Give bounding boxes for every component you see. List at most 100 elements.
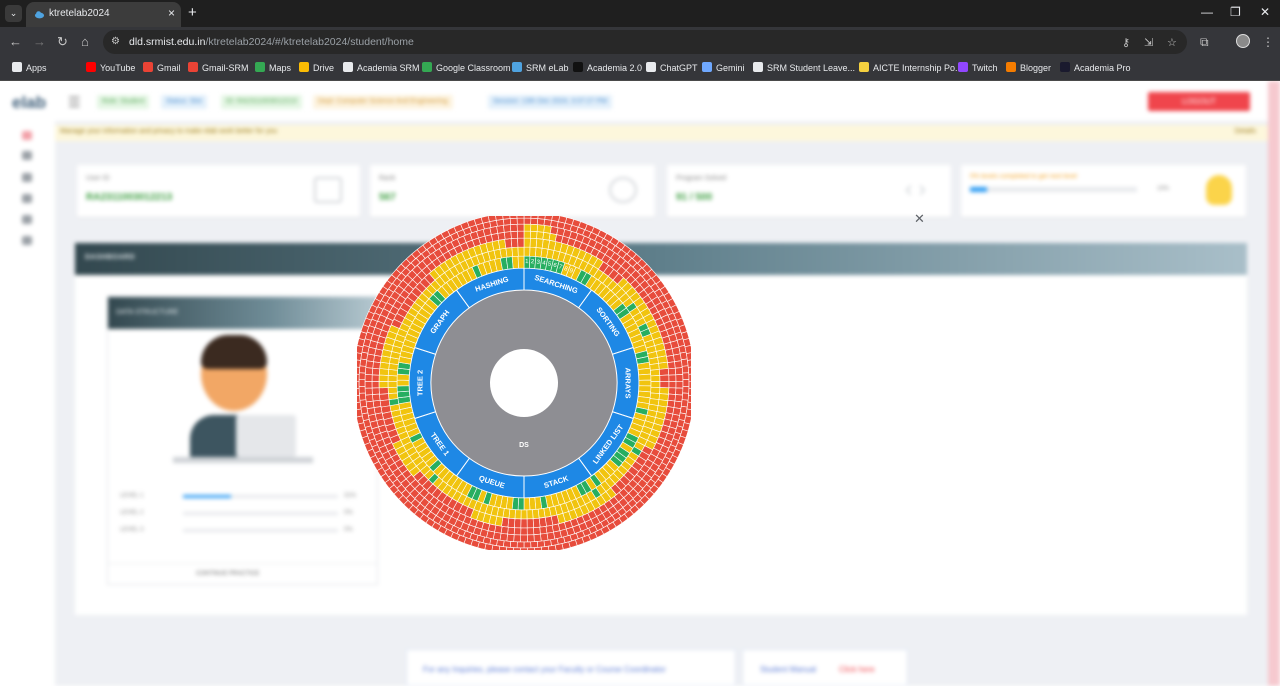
question-cell — [681, 392, 689, 401]
back-icon[interactable]: ← — [9, 34, 22, 50]
question-cell — [517, 237, 525, 248]
bookmark-academia-pro[interactable]: Academia Pro — [1060, 62, 1131, 73]
question-cell — [513, 518, 522, 529]
question-cell — [520, 534, 528, 543]
sidebar-report-icon[interactable] — [22, 194, 32, 203]
address-bar[interactable]: ⚙ dld.srmist.edu.in/ktretelab2024/#/ktre… — [103, 30, 1187, 54]
bookmark-chatgpt[interactable]: ChatGPT — [646, 62, 698, 73]
new-tab-icon[interactable]: + — [188, 4, 197, 21]
bookmark-maps[interactable]: Maps — [255, 62, 291, 73]
bookmark-google-classroom[interactable]: Google Classroom — [422, 62, 511, 73]
sidebar-user-icon[interactable] — [22, 151, 32, 160]
bookmark-academia-srm[interactable]: Academia SRM — [343, 62, 420, 73]
question-cell — [523, 223, 532, 232]
question-cell — [504, 238, 513, 249]
bookmark-label: Blogger — [1020, 63, 1052, 73]
progress-percent: 10% — [1157, 186, 1170, 192]
bookmark-aicte-internship-po[interactable]: AICTE Internship Po... — [859, 62, 963, 73]
question-cell — [688, 380, 691, 389]
install-app-icon[interactable]: ⇲ — [1144, 36, 1153, 49]
question-cell — [687, 359, 691, 368]
question-cell — [364, 367, 374, 376]
bookmark-srm-student-leave[interactable]: SRM Student Leave... — [753, 62, 855, 73]
question-cell — [530, 541, 539, 549]
progress-track — [970, 187, 1137, 192]
minimize-icon[interactable]: — — [1201, 5, 1213, 19]
bookmark-favicon-icon — [753, 62, 763, 72]
bookmark-youtube[interactable]: YouTube — [86, 62, 135, 73]
question-cell — [511, 246, 519, 257]
question-cell — [527, 547, 535, 550]
bookmark-gmail[interactable]: Gmail — [143, 62, 181, 73]
close-chart-icon[interactable]: ✕ — [914, 212, 925, 225]
question-cell — [396, 379, 410, 387]
bookmark-drive[interactable]: Drive — [299, 62, 334, 73]
bookmark-academia-2-0[interactable]: Academia 2.0 — [573, 62, 642, 73]
bookmark-blogger[interactable]: Blogger — [1006, 62, 1051, 73]
cloud-favicon-icon — [34, 11, 45, 19]
question-cell — [396, 385, 410, 393]
close-tab-icon[interactable]: × — [168, 6, 175, 20]
level-percent: 31% — [344, 493, 357, 499]
question-cell — [650, 375, 661, 382]
question-cell — [674, 360, 683, 369]
question-cell — [359, 392, 367, 401]
level-track — [183, 512, 338, 515]
bookmark-srm-elab[interactable]: SRM eLab — [512, 62, 569, 73]
bookmark-star-icon[interactable]: ☆ — [1167, 36, 1177, 49]
question-cell — [520, 527, 528, 536]
ds-card-footer: CONTINUE PRACTICE — [108, 563, 377, 585]
bookmark-favicon-icon — [702, 62, 712, 72]
more-menu-icon[interactable]: ⋮ — [1262, 35, 1274, 49]
close-window-icon[interactable]: ✕ — [1260, 5, 1270, 19]
bookmark-gemini[interactable]: Gemini — [702, 62, 745, 73]
key-icon[interactable]: ⚷ — [1122, 36, 1130, 49]
question-cell — [686, 401, 691, 410]
question-cell — [668, 381, 677, 389]
extensions-icon[interactable]: ⧉ — [1200, 35, 1209, 50]
site-info-icon[interactable]: ⚙ — [111, 36, 120, 47]
home-icon[interactable]: ⌂ — [81, 34, 89, 50]
level-progress-card: 0% levels completed to get next level 10… — [961, 165, 1246, 217]
bookmark-twitch[interactable]: Twitch — [958, 62, 998, 73]
bookmark-gmail-srm[interactable]: Gmail-SRM — [188, 62, 249, 73]
bookmark-favicon-icon — [1006, 62, 1016, 72]
restore-icon[interactable]: ❐ — [1230, 5, 1241, 19]
question-cell — [682, 386, 690, 394]
data-structure-card: DATA STRUCTURE LEVEL 1 31% LEVEL 2 0% LEVEL … — [107, 296, 378, 585]
question-cell — [378, 381, 389, 389]
continue-practice-link[interactable]: CONTINUE PRACTICE — [196, 571, 259, 577]
sidebar-code-icon[interactable] — [22, 173, 32, 182]
question-cell — [658, 361, 669, 370]
logout-button[interactable]: LOGOUT — [1148, 92, 1250, 111]
manual-label: Student Manual — [760, 665, 817, 674]
question-cell — [516, 217, 525, 225]
question-cell — [687, 366, 691, 375]
question-cell — [357, 359, 361, 368]
question-cell — [357, 401, 362, 410]
question-cell — [533, 533, 542, 542]
profile-avatar-icon[interactable] — [1236, 34, 1250, 48]
chevron-down-icon[interactable]: ⌄ — [5, 5, 22, 22]
menu-icon[interactable]: ☰ — [68, 94, 81, 111]
sidebar-help-icon[interactable] — [22, 236, 32, 245]
browser-tab-active[interactable]: ktretelab2024 × — [26, 2, 181, 27]
question-cell — [536, 224, 545, 233]
sidebar-home-icon[interactable] — [22, 131, 32, 140]
reload-icon[interactable]: ↻ — [57, 34, 68, 50]
forward-icon[interactable]: → — [33, 34, 46, 50]
sidebar-settings-icon[interactable] — [22, 215, 32, 224]
question-cell — [365, 360, 374, 369]
question-cell — [547, 544, 557, 550]
question-cell — [667, 393, 676, 402]
bookmark-favicon-icon — [512, 62, 522, 72]
notice-link[interactable]: Details — [1235, 128, 1256, 135]
question-cell — [520, 518, 528, 529]
bookmark-apps[interactable]: Apps — [12, 62, 47, 73]
question-cell — [530, 216, 539, 219]
question-cell — [675, 380, 684, 389]
manual-link[interactable]: Click here — [839, 665, 875, 674]
question-cell — [503, 231, 512, 240]
question-cell — [359, 399, 368, 408]
question-cell — [517, 255, 525, 269]
